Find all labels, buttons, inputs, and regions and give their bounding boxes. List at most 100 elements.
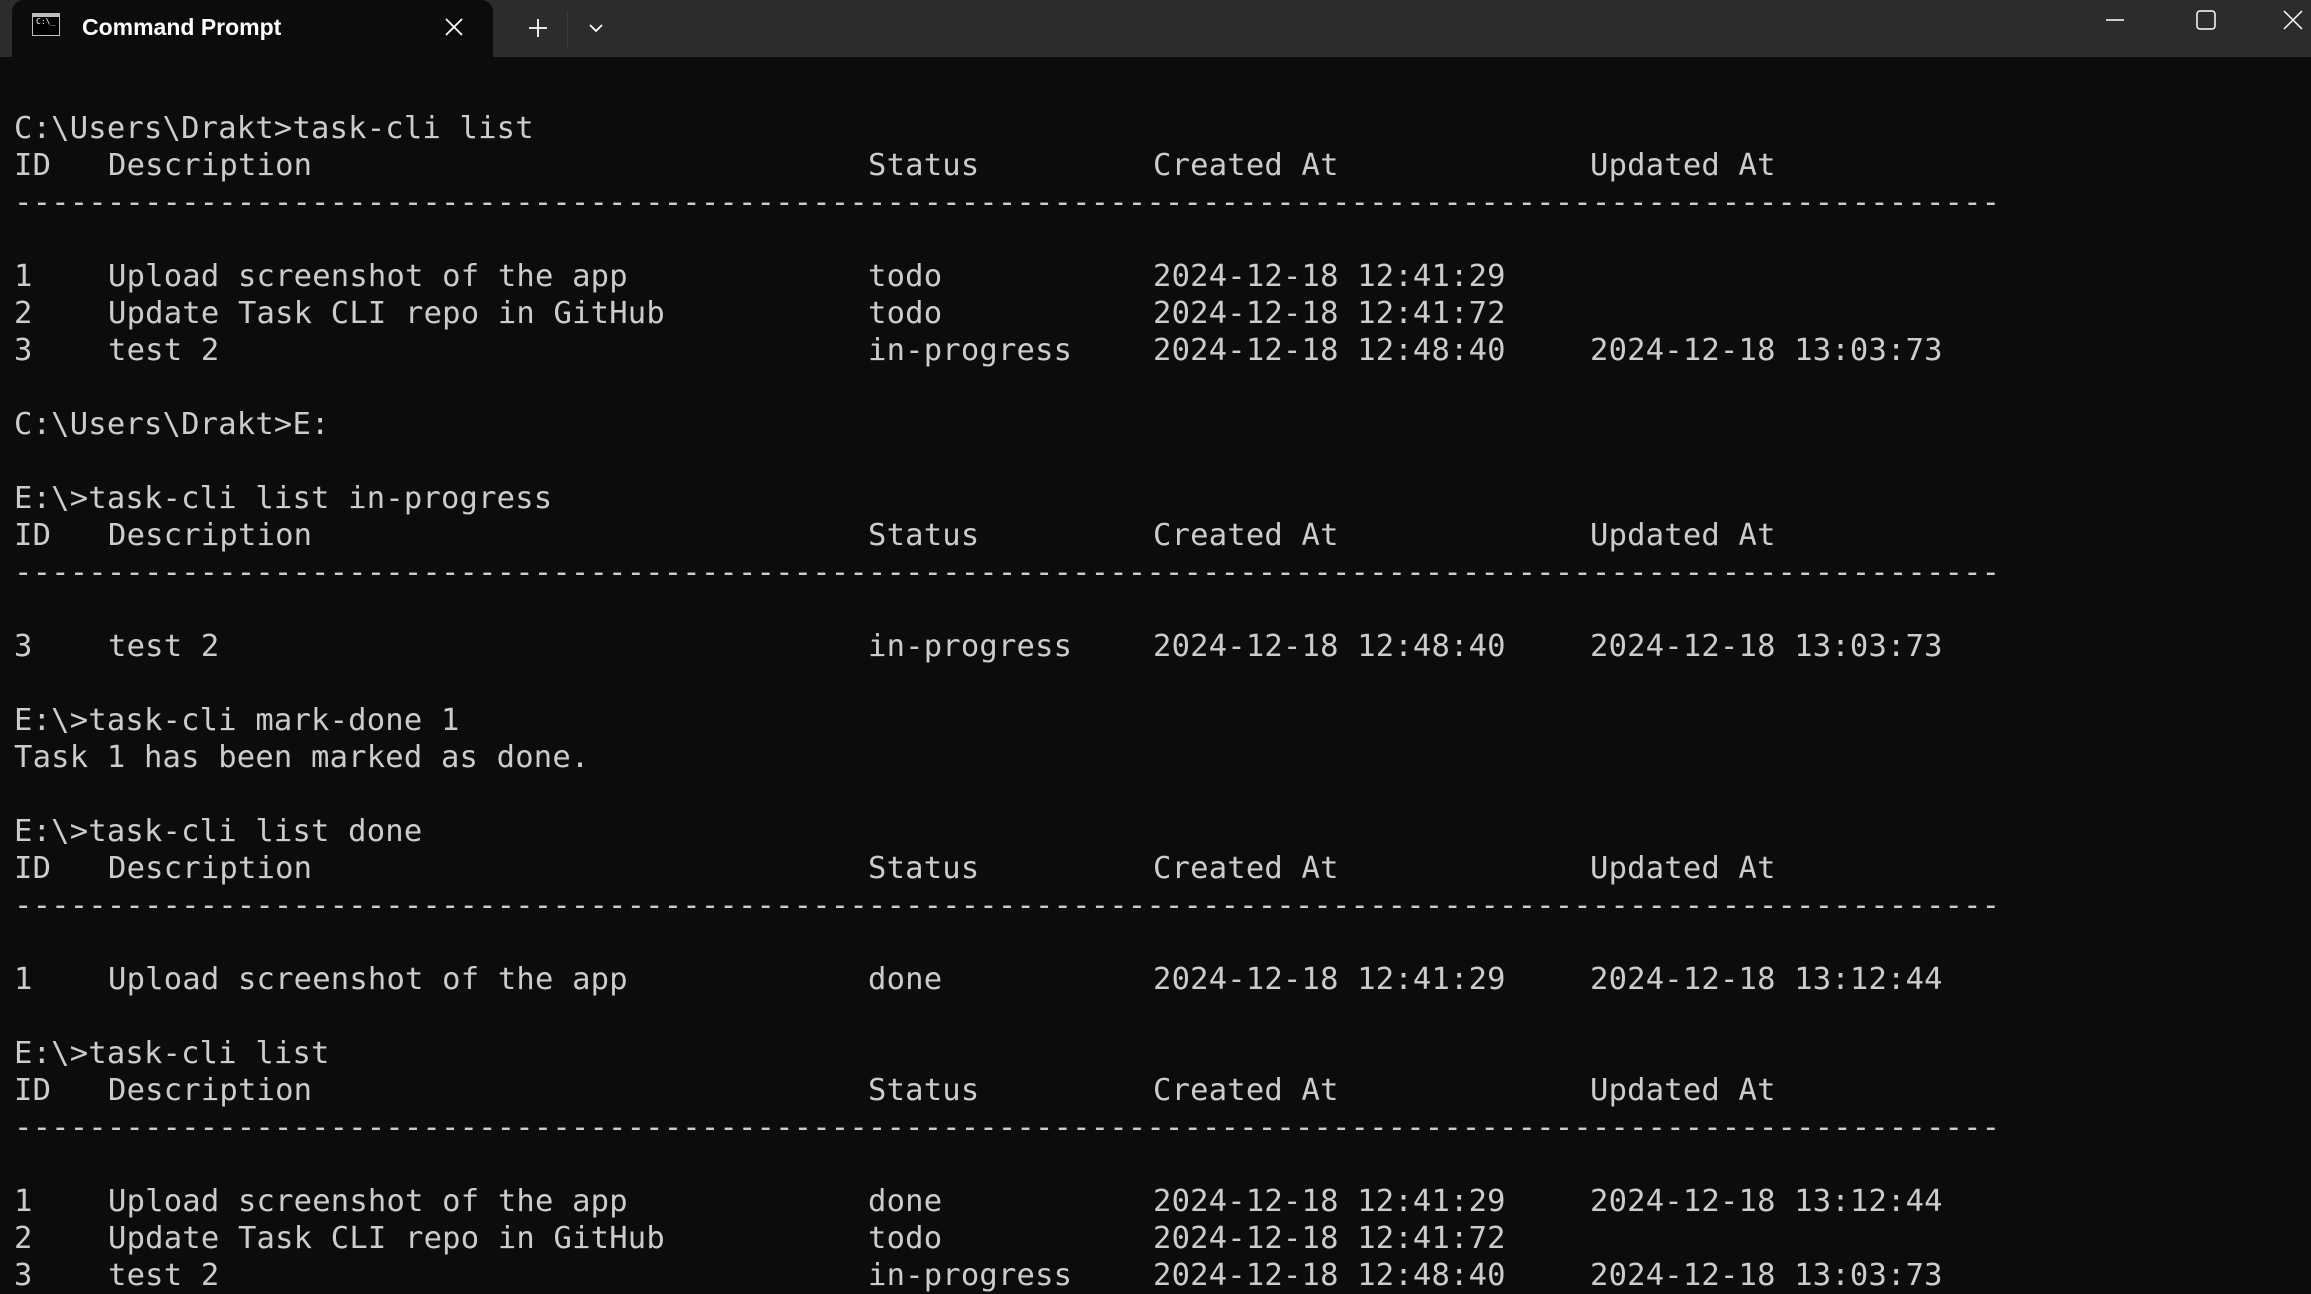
task-created-at: 2024-12-18 12:41:29 [1153, 259, 1506, 294]
table-separator: ----------------------------------------… [14, 1110, 2001, 1145]
task-description: Update Task CLI repo in GitHub [108, 1221, 665, 1256]
maximize-button[interactable] [2176, 0, 2236, 40]
task-id: 2 [14, 296, 33, 331]
table-separator: ----------------------------------------… [14, 555, 2001, 590]
task-description: test 2 [108, 629, 220, 664]
task-created-at: 2024-12-18 12:41:29 [1153, 962, 1506, 997]
header-id: ID [14, 1073, 52, 1108]
header-status: Status [868, 148, 980, 183]
task-id: 1 [14, 259, 33, 294]
table-row: 1 Upload screenshot of the app done 2024-12… [14, 961, 2000, 998]
task-id: 1 [14, 962, 33, 997]
task-description: Update Task CLI repo in GitHub [108, 296, 665, 331]
terminal-output[interactable]: C:\Users\Drakt>task-cli list ID Descriptio… [14, 110, 2000, 1294]
task-status: in-progress [868, 333, 1073, 368]
task-status: in-progress [868, 1258, 1073, 1293]
header-description: Description [108, 518, 313, 553]
table-header: ID Description Status Created At Updated At [14, 850, 2000, 887]
table-row: 1 Upload screenshot of the app todo 2024-12… [14, 258, 2000, 295]
maximize-icon [2196, 10, 2216, 30]
task-updated-at: 2024-12-18 13:03:73 [1590, 333, 1943, 368]
task-created-at: 2024-12-18 12:41:29 [1153, 1184, 1506, 1219]
table-header: ID Description Status Created At Updated At [14, 517, 2000, 554]
header-created-at: Created At [1153, 1073, 1339, 1108]
table-row: 3 test 2 in-progress 2024-12-18 12:48:40 202… [14, 332, 2000, 369]
task-status: done [868, 962, 943, 997]
table-row: 1 Upload screenshot of the app done 2024-12… [14, 1183, 2000, 1220]
task-id: 3 [14, 629, 33, 664]
chevron-down-icon [589, 24, 603, 33]
header-id: ID [14, 851, 52, 886]
table-row: 2 Update Task CLI repo in GitHub todo 2024-… [14, 295, 2000, 332]
tab-command-prompt[interactable]: C:\_ Command Prompt [12, 0, 493, 57]
table-separator: ----------------------------------------… [14, 888, 2001, 923]
close-window-button[interactable] [2263, 0, 2311, 40]
header-updated-at: Updated At [1590, 851, 1776, 886]
cmd-icon: C:\_ [32, 13, 60, 36]
header-updated-at: Updated At [1590, 148, 1776, 183]
command-prompt-line: E:\>task-cli list [14, 1036, 330, 1071]
command-prompt-line: E:\>task-cli list done [14, 814, 423, 849]
command-prompt-line: E:\>task-cli mark-done 1 [14, 703, 460, 738]
table-row: 3 test 2 in-progress 2024-12-18 12:48:40 202… [14, 1257, 2000, 1294]
close-icon [445, 18, 463, 36]
tab-title: Command Prompt [82, 14, 282, 40]
task-description: Upload screenshot of the app [108, 1184, 628, 1219]
task-description: Upload screenshot of the app [108, 962, 628, 997]
minimize-icon [2106, 19, 2124, 21]
new-tab-button[interactable] [518, 8, 558, 48]
command-prompt-line: C:\Users\Drakt>task-cli list [14, 111, 534, 146]
header-id: ID [14, 148, 52, 183]
task-id: 1 [14, 1184, 33, 1219]
header-updated-at: Updated At [1590, 1073, 1776, 1108]
header-status: Status [868, 518, 980, 553]
task-description: test 2 [108, 1258, 220, 1293]
command-output: Task 1 has been marked as done. [14, 740, 590, 775]
task-description: Upload screenshot of the app [108, 259, 628, 294]
close-icon [2283, 10, 2303, 30]
task-updated-at: 2024-12-18 13:12:44 [1590, 1184, 1943, 1219]
task-status: todo [868, 296, 943, 331]
header-description: Description [108, 851, 313, 886]
table-header: ID Description Status Created At Updated At [14, 1072, 2000, 1109]
task-created-at: 2024-12-18 12:41:72 [1153, 1221, 1506, 1256]
task-created-at: 2024-12-18 12:48:40 [1153, 333, 1506, 368]
task-created-at: 2024-12-18 12:41:72 [1153, 296, 1506, 331]
header-created-at: Created At [1153, 518, 1339, 553]
task-updated-at: 2024-12-18 13:03:73 [1590, 629, 1943, 664]
task-description: test 2 [108, 333, 220, 368]
tab-dropdown-button[interactable] [576, 8, 616, 48]
task-id: 3 [14, 1258, 33, 1293]
tab-separator [567, 11, 568, 49]
plus-icon [529, 19, 547, 37]
minimize-button[interactable] [2085, 0, 2145, 40]
task-updated-at: 2024-12-18 13:12:44 [1590, 962, 1943, 997]
task-created-at: 2024-12-18 12:48:40 [1153, 629, 1506, 664]
task-id: 3 [14, 333, 33, 368]
command-prompt-line: C:\Users\Drakt>E: [14, 407, 330, 442]
close-tab-button[interactable] [437, 10, 471, 44]
task-updated-at: 2024-12-18 13:03:73 [1590, 1258, 1943, 1293]
table-separator: ----------------------------------------… [14, 185, 2001, 220]
header-status: Status [868, 851, 980, 886]
task-status: done [868, 1184, 943, 1219]
header-updated-at: Updated At [1590, 518, 1776, 553]
header-description: Description [108, 148, 313, 183]
task-created-at: 2024-12-18 12:48:40 [1153, 1258, 1506, 1293]
task-status: todo [868, 1221, 943, 1256]
task-status: todo [868, 259, 943, 294]
header-description: Description [108, 1073, 313, 1108]
table-row: 2 Update Task CLI repo in GitHub todo 2024-… [14, 1220, 2000, 1257]
task-status: in-progress [868, 629, 1073, 664]
table-header: ID Description Status Created At Updated At [14, 147, 2000, 184]
title-bar: C:\_ Command Prompt [0, 0, 2311, 57]
table-row: 3 test 2 in-progress 2024-12-18 12:48:40 202… [14, 628, 2000, 665]
